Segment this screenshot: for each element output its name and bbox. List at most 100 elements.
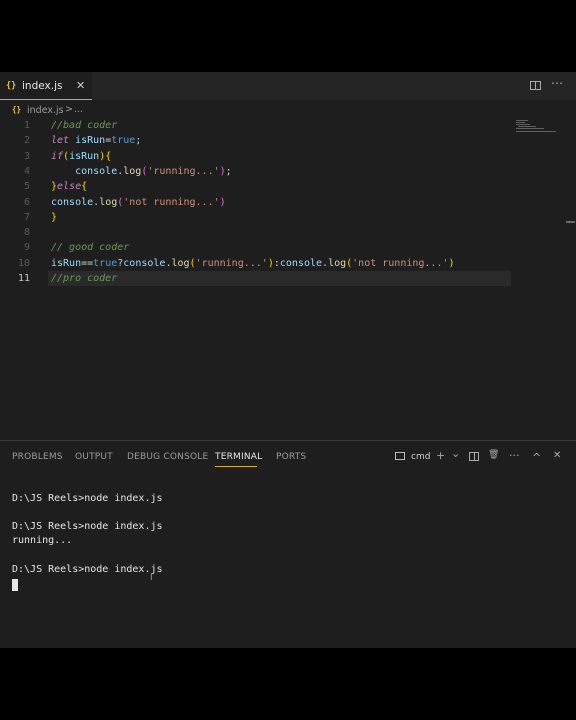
code-line[interactable]: 2 let isRun=true; (0, 133, 520, 148)
code-token: isRun (75, 135, 106, 147)
breadcrumb-symbol[interactable]: ... (74, 104, 83, 115)
vscode-window: {} index.js ✕ ⋯ {} index.js > ... 1 //bad… (0, 72, 576, 648)
line-number: 1 (23, 120, 30, 131)
tab-problems[interactable]: PROBLEMS (12, 452, 63, 462)
code-token: //bad coder (51, 120, 118, 131)
js-file-icon: {} (12, 105, 22, 114)
tab-ports[interactable]: PORTS (276, 452, 306, 462)
tab-output[interactable]: OUTPUT (75, 452, 113, 462)
tab-label: index.js (22, 80, 63, 92)
code-token: ; (225, 165, 232, 177)
code-token: console (279, 257, 323, 269)
code-token: ; (135, 135, 142, 147)
line-number: 6 (23, 196, 30, 208)
code-line[interactable]: 9 // good coder (0, 240, 520, 255)
code-line[interactable]: 11 //pro coder (0, 271, 520, 286)
minimap[interactable] (516, 120, 560, 134)
terminal-line: D:\JS Reels>node index.js (12, 564, 163, 575)
line-code: console.log('running...'); (51, 164, 232, 179)
code-token: //pro coder (51, 273, 118, 284)
code-token: 'running...' (195, 257, 268, 269)
code-token: 'running...' (147, 165, 220, 177)
close-panel-icon[interactable]: ✕ (553, 450, 561, 461)
code-line[interactable]: 6 console.log('not running...') (0, 195, 520, 210)
code-token: else (57, 181, 82, 193)
code-line[interactable]: 5 }else{ (0, 179, 520, 194)
tab-debug-console[interactable]: DEBUG CONSOLE (127, 452, 208, 462)
line-code: console.log('not running...') (51, 195, 226, 210)
chevron-down-icon[interactable]: ⌄ (451, 447, 460, 460)
current-line-highlight (48, 271, 511, 286)
code-token: ) (448, 257, 455, 269)
tab-terminal[interactable]: TERMINAL (215, 452, 262, 462)
code-line[interactable]: 1 //bad coder (0, 118, 520, 133)
active-tab-indicator (215, 466, 257, 467)
code-token: log (171, 257, 190, 269)
close-icon[interactable]: ✕ (76, 79, 85, 92)
code-line[interactable]: 8 (0, 225, 520, 240)
text-cursor-icon: I (150, 573, 153, 583)
line-number: 3 (23, 150, 30, 162)
line-number: 11 (17, 273, 30, 284)
line-number: 7 (23, 211, 30, 223)
terminal-cursor (12, 579, 18, 591)
code-line[interactable]: 4 console.log('running...'); (0, 164, 520, 179)
code-token: console (51, 165, 118, 177)
code-token: 'not running...' (352, 257, 449, 269)
terminal-line: D:\JS Reels>node index.js (12, 521, 163, 532)
code-token: } (51, 211, 58, 223)
bottom-panel: PROBLEMS OUTPUT DEBUG CONSOLE TERMINAL P… (0, 440, 576, 648)
line-number: 8 (23, 227, 30, 239)
code-token: true (93, 257, 118, 269)
code-token: { (81, 181, 88, 193)
js-file-icon: {} (6, 81, 17, 91)
add-terminal-icon[interactable]: + (436, 449, 445, 462)
line-code: //pro coder (51, 271, 117, 286)
code-token: console (123, 257, 166, 269)
terminal-line: running... (12, 535, 73, 546)
breadcrumb: {} index.js > ... (0, 102, 576, 118)
scrollbar[interactable] (566, 221, 575, 223)
line-code: } (51, 210, 57, 225)
code-token: ) (219, 196, 226, 208)
more-icon[interactable]: ··· (509, 449, 520, 462)
line-number: 5 (23, 181, 30, 193)
code-token: isRun (51, 257, 82, 269)
tab-index-js[interactable]: {} index.js ✕ (0, 72, 92, 100)
code-token: isRun (69, 150, 100, 162)
split-editor-icon[interactable] (530, 81, 541, 90)
maximize-panel-icon[interactable]: ^ (532, 451, 541, 464)
breadcrumb-file[interactable]: index.js (27, 105, 64, 116)
code-line[interactable]: 3 if(isRun){ (0, 149, 520, 164)
line-number: 9 (23, 242, 30, 254)
editor-tab-bar: {} index.js ✕ ⋯ (0, 72, 576, 100)
line-number: 2 (23, 135, 30, 147)
line-code: // good coder (51, 240, 129, 255)
code-token: // good coder (51, 242, 130, 254)
code-token: if (51, 150, 64, 162)
code-line[interactable]: 7} (0, 210, 520, 225)
terminal-line: D:\JS Reels>node index.js (12, 493, 163, 504)
line-number: 4 (23, 165, 30, 177)
breadcrumb-separator: > (65, 104, 73, 115)
code-token: 'not running...' (123, 196, 220, 208)
code-token: { (105, 150, 112, 162)
terminal-icon (395, 452, 405, 460)
code-token: true (111, 135, 136, 147)
trash-icon[interactable]: 🗑 (488, 450, 499, 460)
line-code: if(isRun){ (51, 149, 111, 164)
code-token: log (123, 165, 142, 177)
line-code: //bad coder (51, 118, 117, 133)
code-token: log (99, 196, 118, 208)
split-terminal-icon[interactable] (469, 452, 479, 461)
code-token: == (81, 257, 94, 269)
code-token: console (51, 196, 94, 208)
terminal-name[interactable]: cmd (411, 452, 430, 462)
line-code: }else{ (51, 179, 87, 194)
code-line[interactable]: 10 isRun==true?console.log('running...'):… (0, 256, 520, 271)
code-token: log (328, 257, 347, 269)
line-code: let isRun=true; (51, 133, 141, 148)
line-code: isRun==true?console.log('running...'):co… (51, 256, 455, 271)
code-token: let (51, 135, 76, 147)
more-actions-icon[interactable]: ⋯ (551, 76, 563, 90)
